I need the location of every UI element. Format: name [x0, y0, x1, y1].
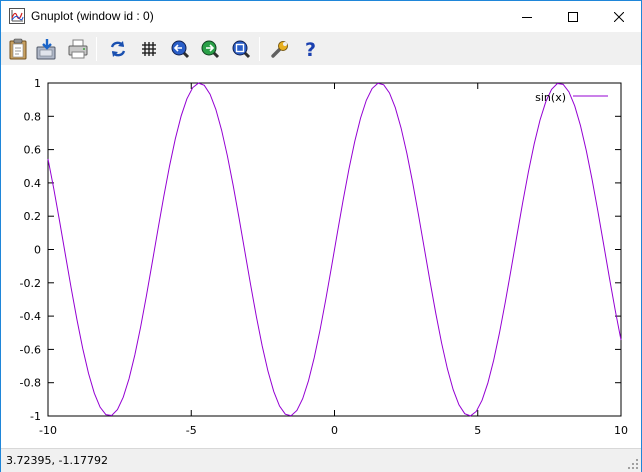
toolbar-separator — [259, 37, 260, 61]
sine-plot[interactable]: -1 -0.8 -0.6 -0.4 -0.2 0 0.2 0.4 0.6 0.8 1 -10 -5 0 5 1… — [1, 65, 641, 448]
maximize-icon — [568, 11, 578, 22]
maximize-button[interactable] — [550, 1, 596, 32]
refresh-icon — [110, 41, 126, 57]
gnuplot-app-icon — [9, 8, 25, 24]
y-tick-label: -0.6 — [20, 343, 41, 356]
close-icon — [614, 11, 624, 22]
save-button[interactable] — [35, 37, 59, 61]
clipboard-icon — [9, 38, 27, 60]
plot-area[interactable]: -1 -0.8 -0.6 -0.4 -0.2 0 0.2 0.4 0.6 0.8 1 -10 -5 0 5 1… — [1, 65, 641, 448]
toolbar-separator — [96, 37, 97, 61]
series-line-sin — [47, 82, 622, 417]
options-button[interactable] — [268, 37, 292, 61]
zoom-reset-icon — [232, 40, 251, 59]
grid-icon — [142, 42, 156, 56]
help-button[interactable]: ? — [299, 37, 323, 61]
minimize-button[interactable] — [504, 1, 550, 32]
x-tick-label: -10 — [39, 424, 57, 437]
x-tick-label: 10 — [614, 424, 628, 437]
legend-label: sin(x) — [535, 91, 566, 104]
printer-icon — [68, 39, 88, 59]
help-icon: ? — [305, 39, 316, 59]
y-tick-label: 0.4 — [24, 177, 42, 190]
status-bar: 3.72395, -1.17792 — [1, 448, 641, 472]
window-title: Gnuplot (window id : 0) — [31, 9, 154, 23]
y-tick-label: -0.8 — [20, 377, 41, 390]
zoom-previous-button[interactable] — [168, 37, 192, 61]
title-bar[interactable]: Gnuplot (window id : 0) — [1, 1, 641, 32]
x-tick-label: 5 — [474, 424, 481, 437]
zoom-next-button[interactable] — [198, 37, 222, 61]
print-button[interactable] — [66, 37, 90, 61]
y-tick-label: -1 — [30, 410, 41, 423]
unzoom-button[interactable] — [229, 37, 253, 61]
y-tick-label: -0.2 — [20, 277, 41, 290]
y-tick-label: 1 — [34, 77, 41, 90]
x-tick-label: 0 — [331, 424, 338, 437]
resize-grip-icon[interactable] — [627, 458, 639, 470]
y-tick-label: 0.8 — [24, 110, 42, 123]
close-button[interactable] — [596, 1, 642, 32]
y-tick-label: 0.6 — [24, 144, 42, 157]
zoom-back-icon — [171, 40, 190, 59]
zoom-forward-icon — [201, 40, 220, 59]
grid-button[interactable] — [137, 37, 161, 61]
mouse-coordinates: 3.72395, -1.17792 — [6, 454, 108, 467]
y-tick-label: 0 — [34, 244, 41, 257]
minimize-icon — [522, 16, 532, 18]
wrench-icon — [271, 41, 288, 58]
y-tick-label: 0.2 — [24, 210, 42, 223]
copy-clipboard-button[interactable] — [6, 37, 30, 61]
y-tick-label: -0.4 — [20, 310, 41, 323]
gnuplot-window: Gnuplot (window id : 0) ? -1 -0.8 -0.6 -… — [0, 0, 642, 472]
x-tick-label: -5 — [186, 424, 197, 437]
replot-button[interactable] — [106, 37, 130, 61]
toolbar: ? — [1, 32, 641, 65]
save-disk-icon — [36, 39, 56, 60]
svg-text:?: ? — [305, 39, 316, 59]
